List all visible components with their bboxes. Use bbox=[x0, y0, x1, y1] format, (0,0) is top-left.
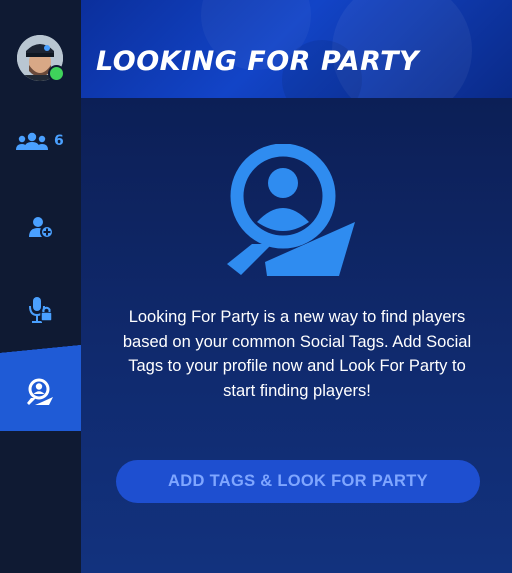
add-friend-icon bbox=[28, 217, 54, 239]
header-banner: LOOKING FOR PARTY bbox=[81, 0, 512, 98]
add-tags-look-for-party-button[interactable]: ADD TAGS & LOOK FOR PARTY bbox=[116, 460, 480, 503]
sidebar: 6 bbox=[0, 0, 81, 573]
page-title: LOOKING FOR PARTY bbox=[96, 46, 420, 77]
friends-count-badge: 6 bbox=[54, 133, 64, 149]
sidebar-item-voice-chat-lock[interactable] bbox=[0, 290, 81, 330]
sidebar-item-looking-for-party[interactable] bbox=[0, 345, 81, 431]
feature-description: Looking For Party is a new way to find p… bbox=[122, 308, 472, 400]
looking-for-party-hero-icon bbox=[227, 144, 355, 276]
microphone-lock-icon bbox=[28, 297, 53, 323]
user-avatar-button[interactable] bbox=[17, 35, 65, 82]
looking-for-party-icon bbox=[26, 378, 53, 405]
friends-icon bbox=[16, 132, 48, 150]
app-window: 6 LOOKING FOR PARTY Looking For Party is… bbox=[0, 0, 512, 573]
sidebar-item-friends[interactable]: 6 bbox=[0, 121, 81, 161]
main-panel: Looking For Party is a new way to find p… bbox=[81, 98, 512, 573]
online-status-dot bbox=[48, 65, 65, 82]
sidebar-item-add-friend[interactable] bbox=[0, 207, 81, 247]
